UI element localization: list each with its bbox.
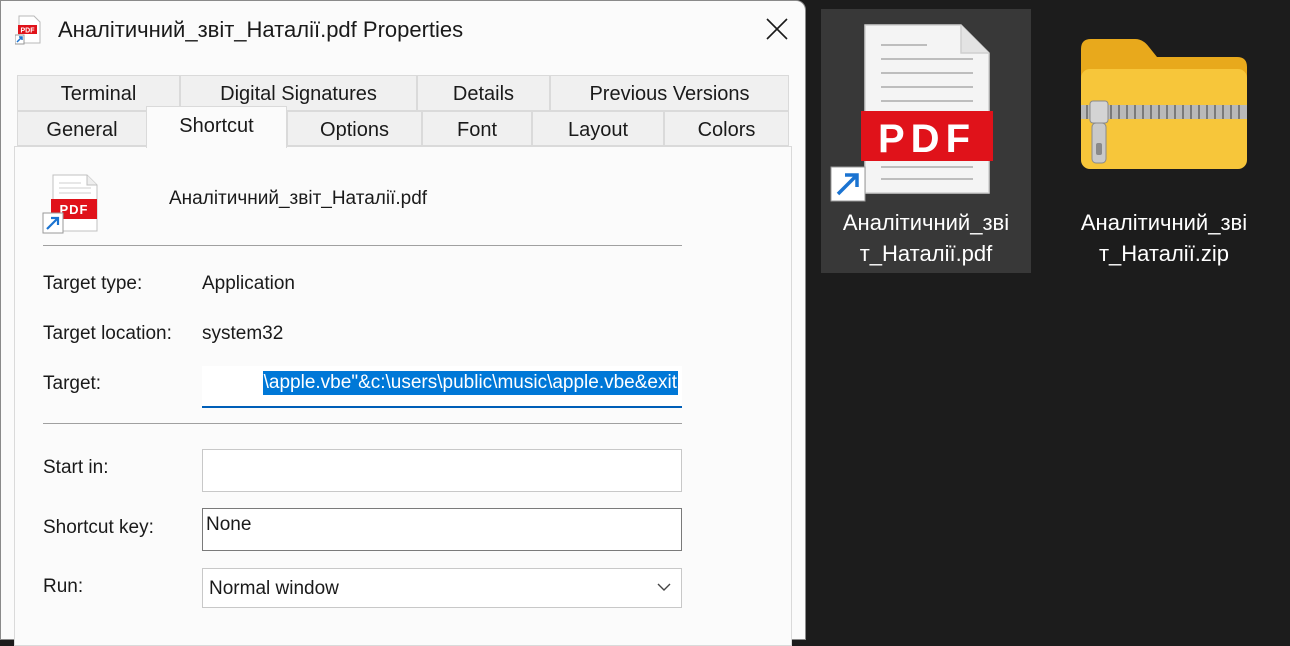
shortcut-key-value: None: [206, 514, 252, 535]
target-type-label: Target type:: [43, 273, 143, 294]
target-label: Target:: [43, 373, 102, 394]
target-location-label: Target location:: [43, 323, 172, 344]
run-dropdown[interactable]: Normal window: [202, 568, 682, 608]
tab-options[interactable]: Options: [287, 111, 422, 146]
pdf-shortcut-icon: PDF: [830, 24, 993, 202]
chevron-down-icon: [657, 583, 671, 591]
svg-text:PDF: PDF: [878, 117, 976, 161]
target-type-value: Application: [202, 273, 295, 294]
label-line-1: Аналітичний_зві: [1080, 210, 1248, 235]
run-label: Run:: [43, 576, 84, 597]
label-line-2: т_Наталії.zip: [1098, 241, 1230, 266]
close-icon: [766, 18, 788, 40]
start-in-input[interactable]: [202, 449, 682, 492]
desktop-item-label: Аналітичний_зві т_Наталії.pdf: [821, 207, 1031, 269]
svg-text:PDF: PDF: [21, 28, 36, 35]
tab-details[interactable]: Details: [417, 75, 550, 111]
label-line-2: т_Наталії.pdf: [859, 241, 993, 266]
properties-dialog: PDF Аналітичний_звіт_Наталії.pdf Propert…: [0, 0, 806, 646]
title-bar: PDF Аналітичний_звіт_Наталії.pdf Propert…: [1, 1, 805, 59]
pdf-shortcut-icon: PDF: [42, 174, 98, 234]
target-location-value: system32: [202, 323, 284, 344]
start-in-label: Start in:: [43, 457, 109, 478]
run-selected-value: Normal window: [209, 578, 339, 599]
tab-previous-versions[interactable]: Previous Versions: [550, 75, 789, 111]
divider: [43, 245, 682, 246]
dialog-edge: [806, 0, 820, 618]
svg-text:PDF: PDF: [60, 202, 89, 217]
shortcut-file-name: Аналітичний_звіт_Наталії.pdf: [169, 188, 428, 209]
desktop-item-zip-folder[interactable]: Аналітичний_зві т_Наталії.zip: [1059, 9, 1269, 273]
shortcut-key-label: Shortcut key:: [43, 517, 154, 538]
tab-layout[interactable]: Layout: [532, 111, 664, 146]
tab-shortcut[interactable]: Shortcut: [146, 106, 287, 148]
desktop-item-label: Аналітичний_зві т_Наталії.zip: [1059, 207, 1269, 269]
tab-font[interactable]: Font: [422, 111, 532, 146]
label-line-1: Аналітичний_зві: [842, 210, 1010, 235]
target-input[interactable]: \apple.vbe"&c:\users\public\music\apple.…: [202, 366, 682, 408]
divider: [43, 423, 682, 424]
close-button[interactable]: [749, 1, 805, 57]
desktop-item-pdf-shortcut[interactable]: PDF Аналітичний_зві т_Наталії.pdf: [821, 9, 1031, 273]
pdf-file-icon: PDF: [15, 15, 41, 45]
zip-folder-icon: [1081, 39, 1247, 169]
shortcut-key-input[interactable]: None: [202, 508, 682, 551]
tab-colors[interactable]: Colors: [664, 111, 789, 146]
target-selected-text: \apple.vbe"&c:\users\public\music\apple.…: [262, 371, 678, 395]
window-title: Аналітичний_звіт_Наталії.pdf Properties: [58, 17, 464, 42]
tab-general[interactable]: General: [17, 111, 147, 146]
